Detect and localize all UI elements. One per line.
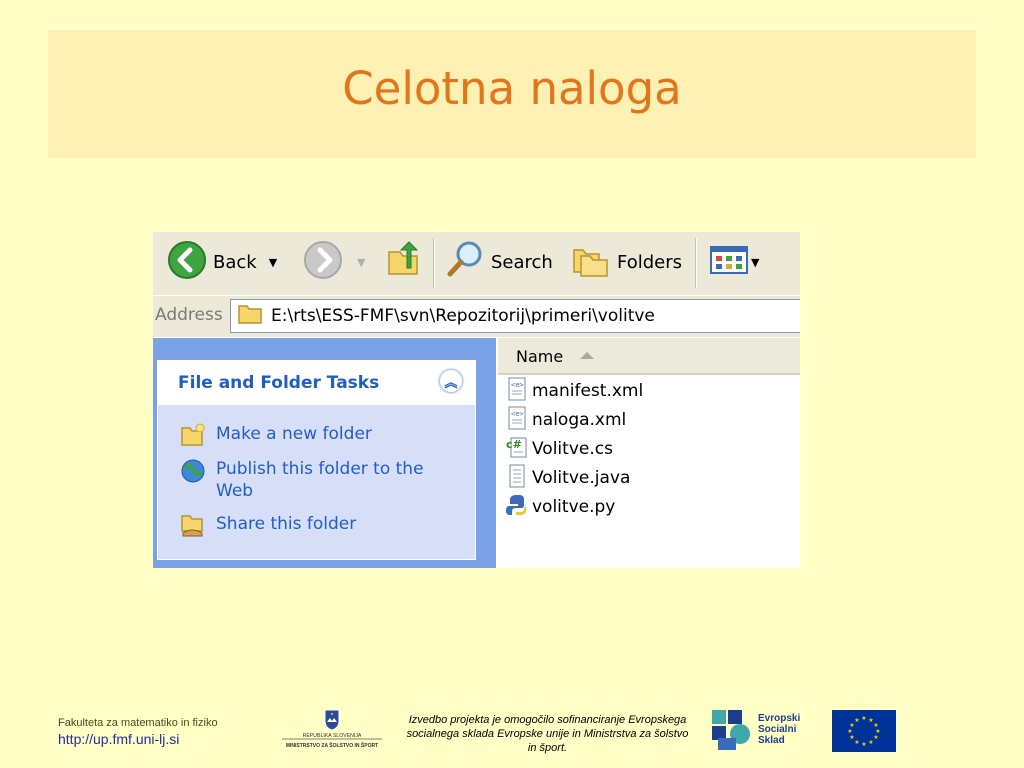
- esf-line3: Sklad: [758, 735, 785, 746]
- file-item[interactable]: volitve.py: [506, 494, 615, 520]
- address-input[interactable]: E:\rts\ESS-FMF\svn\Repozitorij\primeri\v…: [230, 299, 800, 333]
- slide-title: Celotna naloga: [342, 62, 682, 115]
- folders-label: Folders: [617, 251, 683, 273]
- search-button[interactable]: Search: [445, 240, 553, 285]
- svg-text:★: ★: [868, 739, 873, 746]
- up-folder-icon: [385, 240, 423, 285]
- eu-flag-logo: ★ ★ ★ ★ ★ ★ ★ ★ ★ ★ ★ ★: [832, 710, 896, 752]
- file-item[interactable]: <e> manifest.xml: [506, 377, 644, 406]
- file-list: Name <e> manifest.xml <e> naloga.xml c# …: [498, 338, 800, 568]
- svg-text:★: ★: [849, 734, 854, 741]
- explorer-toolbar: Back ▼ ▼ Search Folders ▼: [153, 232, 800, 295]
- svg-text:★: ★: [873, 734, 878, 741]
- file-name: volitve.py: [532, 497, 616, 517]
- svg-text:c#: c#: [506, 438, 522, 451]
- faculty-url-link[interactable]: http://up.fmf.uni-lj.si: [58, 731, 218, 747]
- file-name: naloga.xml: [532, 410, 627, 430]
- esf-line2: Socialni: [758, 724, 797, 735]
- faculty-name: Fakulteta za matematiko in fiziko: [58, 717, 218, 729]
- collapse-chevron-icon[interactable]: ︽: [439, 369, 463, 393]
- file-item[interactable]: <e> naloga.xml: [506, 406, 627, 435]
- svg-text:★: ★: [861, 741, 866, 748]
- share-folder-icon: [180, 513, 206, 542]
- folders-icon: [571, 240, 611, 285]
- toolbar-separator: [433, 238, 435, 288]
- xml-file-icon: <e>: [506, 406, 528, 435]
- svg-text:<e>: <e>: [511, 410, 524, 418]
- tasks-header[interactable]: File and Folder Tasks ︽: [158, 361, 475, 405]
- java-file-icon: [506, 464, 528, 493]
- funding-note: Izvedbo projekta je omogočilo sofinancir…: [406, 714, 689, 754]
- file-item[interactable]: c# Volitve.cs: [506, 436, 613, 462]
- ministry-line2: MINISTRSTVO ZA ŠOLSTVO IN ŠPORT: [286, 741, 378, 749]
- xml-file-icon: <e>: [506, 377, 528, 406]
- esf-text: Evropski Socialni Sklad: [758, 713, 800, 746]
- address-path: E:\rts\ESS-FMF\svn\Repozitorij\primeri\v…: [271, 306, 655, 326]
- file-name: manifest.xml: [532, 381, 644, 401]
- esf-line1: Evropski: [758, 713, 801, 724]
- task-publish-folder-web[interactable]: Publish this folder to the Web: [180, 458, 436, 502]
- back-button[interactable]: Back ▼: [167, 240, 277, 285]
- task-share-folder[interactable]: Share this folder: [180, 513, 436, 542]
- ministry-logo: REPUBLIKA SLOVENIJA MINISTRSTVO ZA ŠOLST…: [280, 708, 384, 754]
- task-make-new-folder[interactable]: Make a new folder: [180, 423, 436, 452]
- tasks-header-title: File and Folder Tasks: [178, 373, 380, 393]
- folders-button[interactable]: Folders: [571, 242, 682, 282]
- explorer-screenshot: Back ▼ ▼ Search Folders ▼ Address E:\rts…: [153, 232, 800, 568]
- file-name: Volitve.java: [532, 468, 631, 488]
- file-item[interactable]: Volitve.java: [506, 464, 631, 493]
- column-name-label: Name: [516, 347, 564, 366]
- back-arrow-icon: [167, 240, 207, 285]
- up-folder-button[interactable]: [385, 240, 423, 285]
- task-label: Publish this folder to the Web: [216, 459, 424, 501]
- svg-text:★: ★: [854, 739, 859, 746]
- new-folder-icon: [180, 423, 206, 452]
- file-folder-tasks-panel: File and Folder Tasks ︽ Make a new folde…: [157, 360, 476, 560]
- csharp-file-icon: c#: [506, 435, 528, 464]
- sort-ascending-icon: [580, 352, 594, 359]
- search-icon: [445, 240, 485, 285]
- address-label: Address: [155, 305, 223, 325]
- faculty-footer: Fakulteta za matematiko in fiziko http:/…: [58, 717, 218, 747]
- forward-dropdown-icon[interactable]: ▼: [357, 256, 365, 269]
- task-label: Make a new folder: [216, 424, 372, 444]
- task-pane: File and Folder Tasks ︽ Make a new folde…: [153, 338, 496, 568]
- forward-arrow-icon: [303, 240, 343, 285]
- views-dropdown-icon[interactable]: ▼: [751, 256, 759, 269]
- search-label: Search: [491, 251, 553, 273]
- file-name: Volitve.cs: [532, 439, 613, 459]
- address-bar: Address E:\rts\ESS-FMF\svn\Repozitorij\p…: [153, 295, 800, 337]
- ministry-line1: REPUBLIKA SLOVENIJA: [303, 733, 362, 739]
- toolbar-separator: [695, 238, 697, 288]
- task-label: Share this folder: [216, 514, 357, 534]
- svg-text:★: ★: [854, 717, 859, 724]
- svg-text:★: ★: [847, 728, 852, 735]
- esf-logo: Evropski Socialni Sklad: [710, 708, 812, 752]
- back-label: Back: [213, 251, 257, 273]
- svg-text:★: ★: [861, 715, 866, 722]
- publish-web-icon: [180, 458, 206, 489]
- views-icon: [709, 243, 749, 282]
- name-column-header[interactable]: Name: [498, 338, 800, 375]
- python-file-icon: [506, 493, 528, 522]
- views-button[interactable]: ▼: [709, 242, 759, 282]
- forward-button[interactable]: ▼: [303, 240, 365, 285]
- svg-text:<e>: <e>: [511, 381, 524, 389]
- back-dropdown-icon[interactable]: ▼: [269, 256, 277, 269]
- folder-icon: [237, 303, 263, 329]
